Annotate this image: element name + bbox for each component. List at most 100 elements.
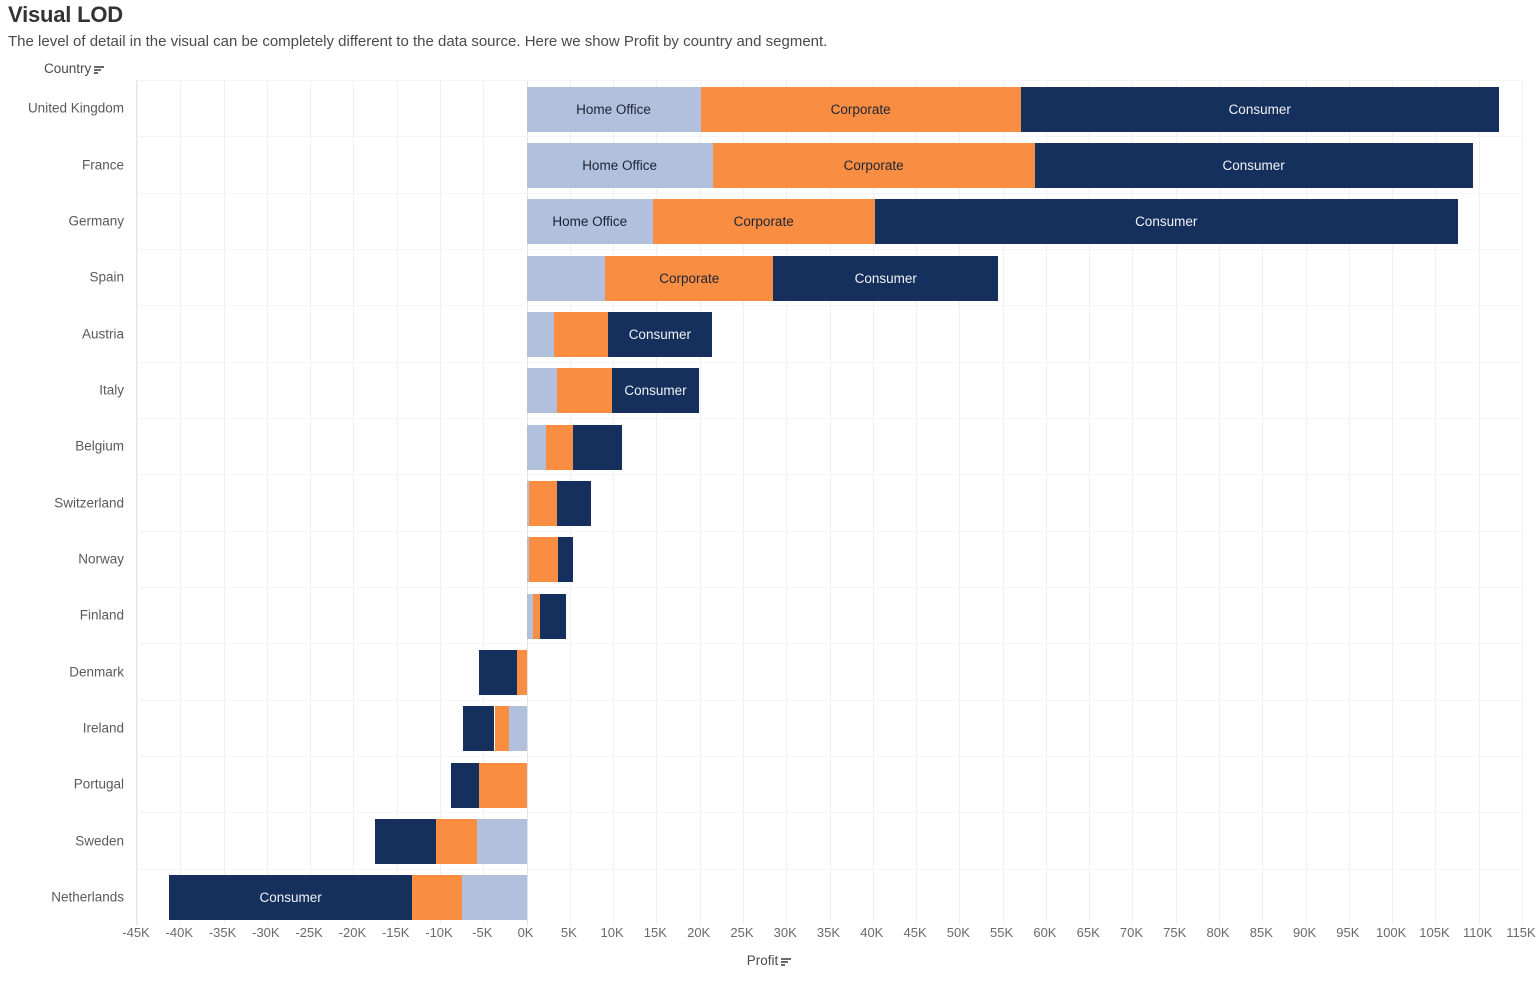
x-tick-label: -5K	[472, 925, 493, 940]
x-tick-label: -45K	[122, 925, 150, 940]
y-axis-label-portugal[interactable]: Portugal	[74, 777, 124, 792]
bar-row: Home Office Corporate Consumer	[137, 86, 1522, 132]
bar-segment-label: Consumer	[1135, 214, 1198, 230]
bar-row	[137, 481, 1522, 526]
x-tick-label: -40K	[165, 925, 194, 940]
bar-segment[interactable]	[435, 819, 478, 864]
country-field-label: Country	[44, 61, 92, 76]
bar-segment[interactable]	[463, 706, 495, 752]
x-tick-label: 0K	[517, 925, 534, 940]
row-separator	[137, 361, 1521, 363]
bar-segment[interactable]	[477, 819, 527, 864]
bar-segment[interactable]	[539, 593, 567, 639]
bar-segment[interactable]	[556, 481, 591, 526]
x-tick-label: 20K	[687, 925, 711, 940]
row-separator	[137, 530, 1521, 532]
bar-segment-label: Corporate	[659, 270, 720, 286]
bar-segment[interactable]: Corporate	[652, 199, 875, 245]
bar-segment[interactable]	[375, 819, 436, 864]
y-axis-label-spain[interactable]: Spain	[89, 270, 124, 285]
bar-segment[interactable]	[526, 424, 546, 470]
y-axis-label-switzerland[interactable]: Switzerland	[54, 495, 124, 510]
bar-segment-label: Consumer	[624, 383, 687, 399]
bar-segment[interactable]	[557, 537, 574, 583]
bar-segment-label: Corporate	[843, 158, 904, 173]
bar-segment[interactable]	[554, 312, 608, 357]
x-tick-label: -35K	[208, 925, 237, 940]
bar-segment[interactable]: Home Office	[526, 199, 653, 245]
bar-segment[interactable]	[529, 481, 557, 526]
bar-segment-label: Consumer	[1222, 158, 1285, 173]
bar-row	[137, 537, 1522, 583]
bar-segment[interactable]	[526, 368, 557, 414]
bar-segment[interactable]: Consumer	[874, 199, 1458, 245]
bar-segment-label: Consumer	[628, 327, 691, 342]
bar-segment-label: Corporate	[830, 101, 891, 117]
x-tick-label: 100K	[1375, 925, 1407, 940]
sort-descending-icon[interactable]	[781, 957, 792, 966]
bar-row: Home Office Corporate Consumer	[137, 143, 1522, 188]
y-axis-label-finland[interactable]: Finland	[80, 608, 124, 623]
bar-segment[interactable]	[545, 424, 574, 470]
row-separator	[137, 812, 1521, 814]
bar-segment[interactable]: Home Office	[526, 86, 701, 132]
bar-segment[interactable]	[526, 255, 606, 301]
bar-row: Corporate Consumer	[137, 255, 1522, 301]
y-axis-label-norway[interactable]: Norway	[78, 551, 124, 566]
bar-segment[interactable]: Corporate	[712, 143, 1035, 188]
x-tick-label: 5K	[560, 925, 577, 940]
bar-segment[interactable]	[494, 706, 510, 752]
y-axis-label-belgium[interactable]: Belgium	[75, 439, 124, 454]
bar-segment[interactable]: Corporate	[605, 255, 774, 301]
bar-segment-label: Home Office	[552, 214, 628, 230]
bar-segment[interactable]	[412, 875, 463, 921]
bar-segment[interactable]	[529, 537, 558, 583]
bar-segment[interactable]: Corporate	[700, 86, 1021, 132]
bar-segment[interactable]	[517, 650, 527, 695]
y-axis-label-netherlands[interactable]: Netherlands	[51, 889, 124, 904]
bar-row	[137, 424, 1522, 470]
bar-segment[interactable]	[478, 650, 517, 695]
x-tick-label: 115K	[1506, 925, 1536, 940]
page-title: Visual LOD	[8, 2, 123, 27]
y-axis-label-ireland[interactable]: Ireland	[83, 720, 124, 735]
y-axis-label-germany[interactable]: Germany	[68, 213, 124, 228]
bar-segment[interactable]	[478, 762, 527, 808]
y-axis-label-france[interactable]: France	[82, 157, 124, 172]
row-separator	[137, 305, 1521, 307]
bar-segment[interactable]: Consumer	[1034, 143, 1473, 188]
x-tick-label: 85K	[1249, 925, 1273, 940]
y-axis-label-sweden[interactable]: Sweden	[75, 833, 124, 848]
bar-segment[interactable]: Consumer	[612, 368, 699, 414]
x-tick-label: -20K	[338, 925, 367, 940]
bar-row: Consumer	[137, 368, 1522, 414]
row-separator	[137, 80, 1521, 81]
bar-segment[interactable]	[509, 706, 527, 752]
x-tick-label: -25K	[295, 925, 323, 940]
x-tick-label: 105K	[1419, 925, 1450, 940]
y-axis-label-italy[interactable]: Italy	[99, 382, 124, 397]
bar-segment[interactable]: Consumer	[169, 875, 413, 921]
x-tick-label: 80K	[1206, 925, 1230, 940]
plot-area: Home Office Corporate Consumer Home Office C…	[136, 80, 1523, 925]
bar-segment[interactable]: Consumer	[1020, 86, 1499, 132]
country-field-pill[interactable]: Country	[44, 61, 105, 76]
x-tick-label: 70K	[1119, 925, 1144, 940]
bar-segment[interactable]	[532, 593, 540, 639]
x-tick-label: 35K	[816, 925, 841, 940]
bar-segment[interactable]: Consumer	[607, 312, 712, 357]
bar-segment[interactable]: Consumer	[773, 255, 999, 301]
sort-descending-icon[interactable]	[94, 65, 105, 74]
bar-segment[interactable]	[573, 424, 622, 470]
y-axis-label-austria[interactable]: Austria	[82, 326, 124, 341]
bar-segment[interactable]	[526, 312, 555, 357]
x-tick-label: 55K	[990, 925, 1014, 940]
bar-segment[interactable]	[556, 368, 613, 414]
bar-segment[interactable]	[462, 875, 527, 921]
bar-segment[interactable]	[451, 762, 479, 808]
y-axis-label-united-kingdom[interactable]: United Kingdom	[28, 101, 124, 116]
bar-segment[interactable]: Home Office	[526, 143, 713, 188]
bar-segment-label: Home Office	[582, 158, 657, 173]
x-tick-label: 30K	[773, 925, 797, 940]
y-axis-label-denmark[interactable]: Denmark	[69, 664, 124, 679]
